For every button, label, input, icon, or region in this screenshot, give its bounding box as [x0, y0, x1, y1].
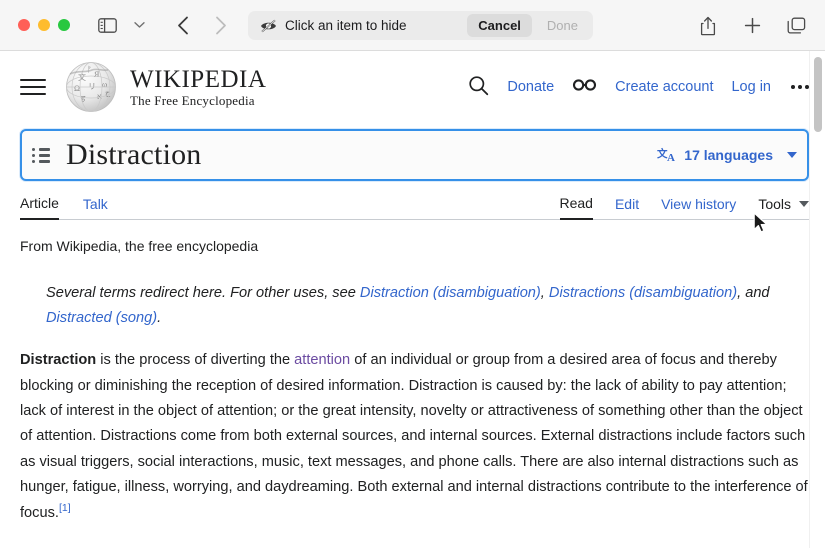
- cancel-button[interactable]: Cancel: [467, 14, 532, 37]
- tab-overview-button[interactable]: [781, 12, 811, 40]
- hatnote-link-distraction-disambiguation[interactable]: Distraction (disambiguation): [360, 285, 541, 301]
- article-body: From Wikipedia, the free encyclopedia Se…: [20, 234, 809, 526]
- tools-menu[interactable]: Tools: [758, 196, 809, 219]
- toolbar-right-actions: [693, 0, 811, 51]
- hatnote-suffix: .: [157, 310, 162, 327]
- hide-item-label: Click an item to hide: [285, 18, 407, 33]
- close-window-button[interactable]: [18, 19, 30, 31]
- web-page-content: 文 Я ω א ह Ω リ ᚠ ج WIKIPEDIA The Free Enc…: [0, 51, 825, 548]
- lead-part-1: is the process of diverting the: [96, 352, 295, 369]
- page-title: Distraction: [66, 138, 202, 171]
- ellipsis-icon[interactable]: [789, 85, 811, 89]
- wikipedia-wordmark: WIKIPEDIA The Free Encyclopedia: [130, 65, 267, 108]
- tab-view-history[interactable]: View history: [661, 196, 736, 219]
- hide-item-banner: Click an item to hide Cancel Done: [248, 11, 593, 40]
- tab-read[interactable]: Read: [559, 195, 593, 220]
- view-tabs: Read Edit View history Tools: [538, 195, 809, 220]
- chevron-left-icon: [178, 16, 188, 34]
- hamburger-icon[interactable]: [20, 79, 46, 95]
- search-icon: [469, 75, 489, 95]
- citation-reference-1[interactable]: [1]: [59, 502, 71, 514]
- donate-link[interactable]: Donate: [507, 79, 554, 95]
- sidebar-icon: [97, 17, 117, 33]
- glasses-icon: [573, 79, 597, 91]
- lead-paragraph: Distraction is the process of diverting …: [20, 348, 809, 526]
- tab-overview-icon: [787, 17, 805, 34]
- scrollbar-thumb[interactable]: [814, 57, 822, 132]
- wikipedia-header: 文 Я ω א ह Ω リ ᚠ ج WIKIPEDIA The Free Enc…: [0, 51, 825, 123]
- create-account-link[interactable]: Create account: [615, 79, 713, 95]
- hatnote-sep-1: ,: [540, 285, 549, 302]
- chevron-down-icon: [787, 152, 797, 158]
- eye-slash-icon: [260, 19, 277, 33]
- lead-part-2: of an individual or group from a desired…: [20, 352, 808, 521]
- svg-text:A: A: [667, 152, 675, 164]
- hatnote-link-distractions-disambiguation[interactable]: Distractions (disambiguation): [549, 285, 737, 301]
- toc-list-icon[interactable]: [32, 147, 52, 163]
- language-selector[interactable]: 文 A 17 languages: [657, 146, 797, 164]
- citation-link-1[interactable]: [1]: [59, 502, 71, 514]
- search-button[interactable]: [468, 75, 489, 100]
- wikipedia-globe-icon: 文 Я ω א ह Ω リ ᚠ ج: [66, 62, 116, 112]
- chevron-down-icon: [799, 201, 809, 207]
- wikipedia-tagline: The Free Encyclopedia: [130, 92, 255, 108]
- site-subtitle: From Wikipedia, the free encyclopedia: [20, 238, 259, 254]
- hatnote: Several terms redirect here. For other u…: [46, 281, 809, 331]
- language-count-label: 17 languages: [684, 147, 773, 163]
- hatnote-prefix: Several terms redirect here. For other u…: [46, 285, 360, 302]
- hatnote-sep-2: , and: [737, 285, 770, 302]
- forward-button[interactable]: [206, 11, 236, 39]
- translate-icon: 文 A: [657, 147, 675, 164]
- svg-text:リ: リ: [88, 82, 96, 91]
- navigation-controls: [168, 11, 236, 39]
- new-tab-button[interactable]: [737, 12, 767, 40]
- chevron-right-icon: [216, 16, 226, 34]
- tab-talk[interactable]: Talk: [83, 196, 108, 219]
- back-button[interactable]: [168, 11, 198, 39]
- svg-text:ᚠ: ᚠ: [87, 65, 92, 74]
- hatnote-link-distracted-song[interactable]: Distracted (song): [46, 310, 157, 326]
- page-title-block[interactable]: Distraction 文 A 17 languages: [20, 129, 809, 181]
- minimize-window-button[interactable]: [38, 19, 50, 31]
- wikipedia-wordmark-title: WIKIPEDIA: [130, 65, 267, 93]
- window-traffic-lights: [18, 19, 70, 31]
- sidebar-options-button[interactable]: [124, 11, 154, 39]
- tools-label: Tools: [758, 196, 791, 212]
- link-attention[interactable]: attention: [294, 352, 350, 368]
- tab-edit[interactable]: Edit: [615, 196, 639, 219]
- done-button: Done: [546, 18, 578, 33]
- svg-text:Ω: Ω: [74, 84, 80, 93]
- header-actions: Donate Create account Log in: [468, 75, 811, 100]
- sidebar-controls: [92, 11, 154, 39]
- chevron-down-icon: [133, 22, 145, 28]
- article-tabs: Article Talk Read Edit View history Tool…: [20, 189, 809, 220]
- share-button[interactable]: [693, 12, 723, 40]
- lead-bold-term: Distraction: [20, 352, 97, 369]
- tab-article[interactable]: Article: [20, 195, 59, 220]
- share-icon: [700, 16, 716, 35]
- wikipedia-logo[interactable]: 文 Я ω א ह Ω リ ᚠ ج WIKIPEDIA The Free Enc…: [64, 60, 266, 114]
- login-link[interactable]: Log in: [731, 79, 771, 95]
- appearance-button[interactable]: [572, 78, 597, 96]
- sidebar-toggle-button[interactable]: [92, 11, 122, 39]
- maximize-window-button[interactable]: [58, 19, 70, 31]
- plus-icon: [744, 17, 760, 34]
- browser-toolbar: Click an item to hide Cancel Done: [0, 0, 825, 51]
- vertical-scrollbar[interactable]: [809, 51, 825, 548]
